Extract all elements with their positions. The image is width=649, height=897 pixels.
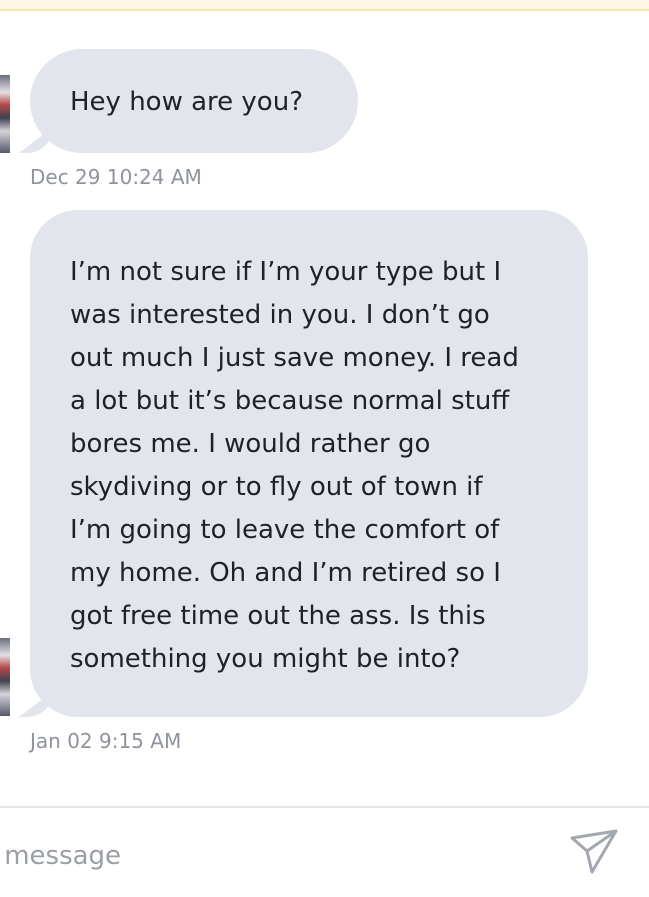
message-bubble: I’m not sure if I’m your type but I was … bbox=[30, 210, 588, 717]
message-text-line: out much I just save money. I read bbox=[70, 343, 519, 373]
message-text-line: skydiving or to fly out of town if bbox=[70, 472, 483, 502]
message-text-line: I’m not sure if I’m your type but I bbox=[70, 257, 502, 287]
send-button[interactable] bbox=[566, 826, 622, 878]
message-input-placeholder: a message bbox=[0, 841, 122, 871]
avatar[interactable] bbox=[0, 75, 10, 153]
avatar[interactable] bbox=[0, 638, 10, 716]
message-input[interactable]: a message bbox=[0, 826, 540, 886]
message-text-line: my home. Oh and I’m retired so I bbox=[70, 558, 501, 588]
message-text-line: bores me. I would rather go bbox=[70, 429, 431, 459]
top-banner bbox=[0, 0, 649, 11]
send-icon bbox=[570, 829, 618, 874]
message-timestamp: Jan 02 9:15 AM bbox=[30, 729, 182, 753]
composer-divider bbox=[0, 806, 649, 808]
message-timestamp: Dec 29 10:24 AM bbox=[30, 165, 202, 189]
message-bubble: Hey how are you? bbox=[30, 49, 358, 153]
message-text-line: got free time out the ass. Is this bbox=[70, 601, 486, 631]
message-text: Hey how are you? bbox=[70, 87, 303, 117]
message-text-line: something you might be into? bbox=[70, 644, 461, 674]
message-text-line: a lot but it’s because normal stuff bbox=[70, 386, 510, 416]
message-text-line: I’m going to leave the comfort of bbox=[70, 515, 500, 545]
message-text-line: was interested in you. I don’t go bbox=[70, 300, 490, 330]
